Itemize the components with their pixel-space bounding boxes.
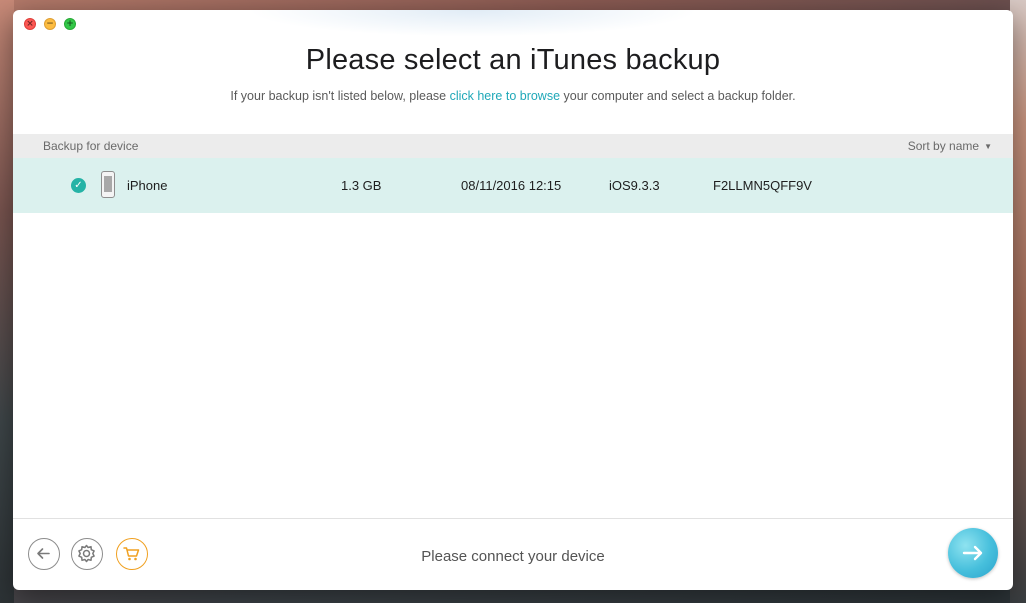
browse-link[interactable]: click here to browse	[450, 89, 560, 103]
backup-list-header: Backup for device Sort by name ▼	[13, 134, 1013, 158]
sort-label: Sort by name	[907, 139, 980, 153]
page-title: Please select an iTunes backup	[305, 44, 721, 76]
backup-row[interactable]: ✓ iPhone 1.3 GB 08/11/2016 12:15 iOS9.3.…	[13, 158, 1013, 213]
iphone-icon	[101, 171, 115, 198]
device-id: F2LLMN5QFF9V	[713, 178, 812, 193]
page-subtitle: If your backup isn't listed below, pleas…	[13, 89, 1013, 103]
next-button[interactable]	[948, 528, 998, 578]
subtitle-text-after: your computer and select a backup folder…	[560, 89, 796, 103]
close-window-button[interactable]: ×	[24, 18, 36, 30]
minimize-window-button[interactable]: −	[44, 18, 56, 30]
footer-divider	[13, 518, 1013, 519]
desktop-background-left	[0, 0, 14, 603]
device-status: Please connect your device	[421, 548, 605, 565]
minimize-icon: −	[46, 19, 54, 29]
device-name: iPhone	[127, 178, 168, 193]
next-arrow-icon	[962, 545, 983, 561]
backup-column-header: Backup for device	[43, 139, 139, 153]
backup-size: 1.3 GB	[341, 178, 382, 193]
ios-version: iOS9.3.3	[609, 178, 660, 193]
sort-dropdown[interactable]: Sort by name ▼	[908, 139, 992, 153]
maximize-icon: +	[66, 19, 74, 29]
checkmark-icon: ✓	[71, 178, 86, 193]
backup-date: 08/11/2016 12:15	[461, 178, 562, 193]
window-controls: × − +	[24, 18, 76, 30]
maximize-window-button[interactable]: +	[64, 18, 76, 30]
caret-down-icon: ▼	[984, 142, 992, 151]
close-icon: ×	[26, 19, 34, 29]
subtitle-text-before: If your backup isn't listed below, pleas…	[230, 89, 450, 103]
app-window: × − + Please select an iTunes backup If …	[13, 10, 1013, 590]
